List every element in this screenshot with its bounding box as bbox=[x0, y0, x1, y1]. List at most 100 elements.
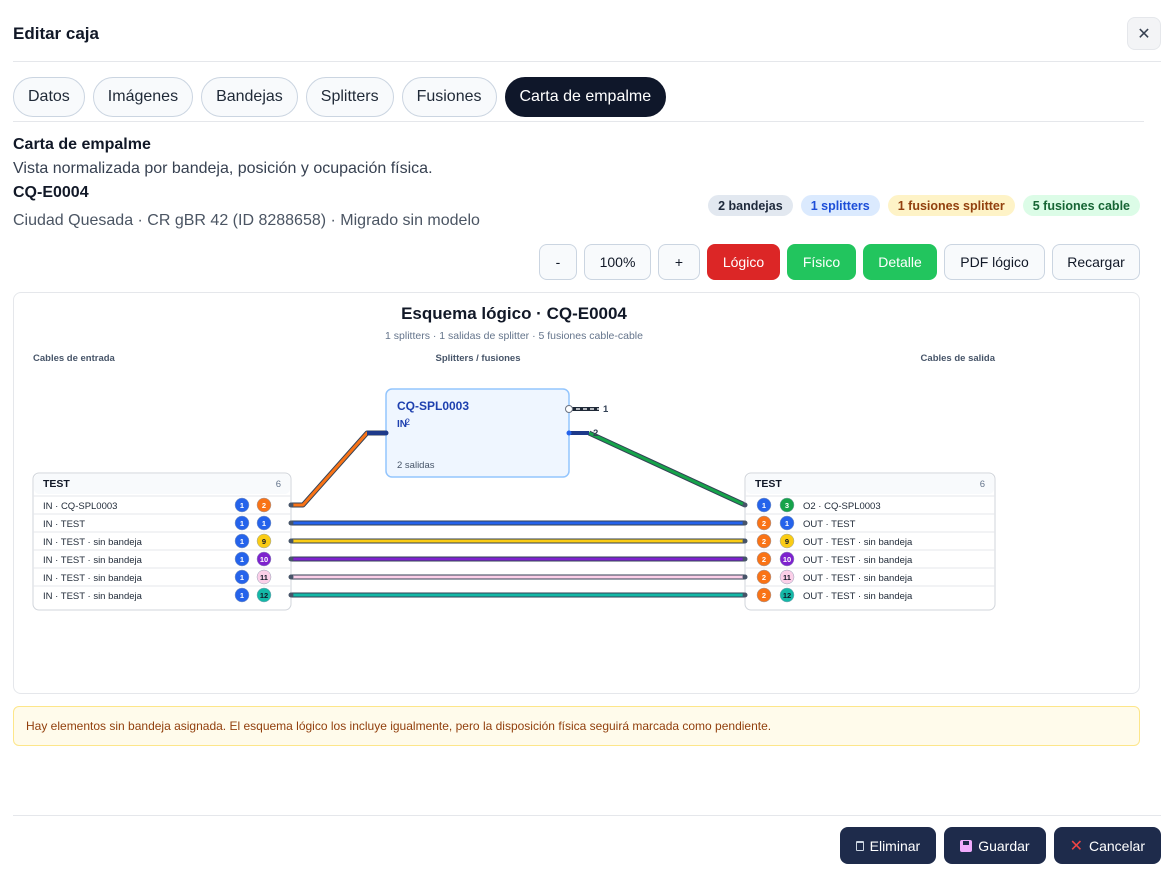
input-fiber-badge-label: 12 bbox=[260, 591, 268, 600]
output-row-label: O2 · CQ-SPL0003 bbox=[803, 501, 881, 512]
output-cable-header-bg bbox=[746, 474, 994, 494]
output-tube-badge-label: 2 bbox=[762, 591, 766, 600]
cancel-x-icon: ✕ bbox=[1069, 837, 1083, 855]
input-tube-badge-label: 1 bbox=[240, 591, 244, 600]
fisico-view-button[interactable]: Físico bbox=[787, 244, 856, 280]
tabs-divider bbox=[13, 121, 1144, 122]
input-cable-count: 6 bbox=[276, 479, 281, 490]
output-cable-count: 6 bbox=[980, 479, 985, 490]
modal-footer: Eliminar Guardar ✕ Cancelar bbox=[839, 827, 1161, 864]
output-tube-badge-label: 2 bbox=[762, 537, 766, 546]
output-tube-badge-label: 2 bbox=[762, 573, 766, 582]
modal-title: Editar caja bbox=[13, 24, 99, 43]
tab-splitters[interactable]: Splitters bbox=[305, 77, 394, 117]
output-row-label: OUT · TEST · sin bandeja bbox=[803, 537, 913, 548]
diagram-summary: 1 splitters · 1 salidas de splitter · 5 … bbox=[385, 330, 643, 342]
splitter-name: CQ-SPL0003 bbox=[397, 399, 469, 413]
splitter-overlap-port: 2 bbox=[405, 417, 410, 427]
output-fiber-badge-label: 3 bbox=[785, 501, 789, 510]
input-cable-header-bg bbox=[34, 474, 290, 494]
fiber-link-outline bbox=[291, 430, 386, 508]
box-location: Ciudad Quesada · CR gBR 42 (ID 8288658) … bbox=[13, 212, 480, 229]
input-port bbox=[288, 502, 294, 508]
input-tube-badge-label: 1 bbox=[240, 501, 244, 510]
output-tube-badge-label: 2 bbox=[762, 519, 766, 528]
diagram-title: Esquema lógico · CQ-E0004 bbox=[401, 304, 627, 323]
box-code: CQ-E0004 bbox=[13, 184, 89, 201]
close-button[interactable]: ✕ bbox=[1127, 17, 1161, 50]
input-tube-badge-label: 1 bbox=[240, 537, 244, 546]
output-cable-block[interactable]: TEST 6 1 3 O2 · CQ-SPL0003 2 1 OUT · TEST 2 9 OU… bbox=[742, 472, 996, 611]
output-port bbox=[742, 574, 748, 580]
column-label-outputs: Cables de salida bbox=[921, 353, 996, 364]
tab-carta-de-empalme[interactable]: Carta de empalme bbox=[504, 77, 667, 117]
splitter-out-1-port bbox=[565, 405, 573, 413]
badge-fusiones-cable: 5 fusiones cable bbox=[1022, 195, 1140, 216]
tab-bandejas[interactable]: Bandejas bbox=[201, 77, 298, 117]
input-row-label: IN · TEST · sin bandeja bbox=[43, 537, 143, 548]
logico-view-button[interactable]: Lógico bbox=[707, 244, 780, 280]
tab-datos[interactable]: Datos bbox=[13, 77, 85, 117]
splitter-out-2-port bbox=[566, 430, 572, 436]
modal-header: Editar caja ✕ bbox=[13, 0, 1161, 62]
save-button-label: Guardar bbox=[978, 837, 1030, 854]
column-label-splitters: Splitters / fusiones bbox=[436, 353, 521, 364]
splitter-in-port bbox=[383, 430, 389, 436]
badge-fusiones-splitter: 1 fusiones splitter bbox=[887, 195, 1015, 216]
input-row-label: IN · TEST bbox=[43, 519, 85, 530]
output-fiber-badge-label: 1 bbox=[785, 519, 789, 528]
footer-divider bbox=[13, 815, 1161, 816]
output-fiber-badge-label: 12 bbox=[783, 591, 791, 600]
splitter-block[interactable]: CQ-SPL0003 IN 2 2 salidas 1 2 bbox=[367, 388, 609, 478]
pdf-logico-button[interactable]: PDF lógico bbox=[944, 244, 1045, 280]
output-row-label: OUT · TEST bbox=[803, 519, 856, 530]
output-port bbox=[742, 520, 748, 526]
input-row-label: IN · CQ-SPL0003 bbox=[43, 501, 117, 512]
input-tube-badge-label: 1 bbox=[240, 573, 244, 582]
output-fiber-badge-label: 9 bbox=[785, 537, 789, 546]
badge-splitters: 1 splitters bbox=[800, 195, 880, 216]
output-port bbox=[742, 502, 748, 508]
input-port bbox=[288, 520, 294, 526]
input-port bbox=[288, 538, 294, 544]
fiber-link bbox=[291, 431, 386, 507]
logical-diagram: Esquema lógico · CQ-E0004 1 splitters · … bbox=[13, 292, 1140, 694]
cancel-button-label: Cancelar bbox=[1088, 837, 1145, 854]
splitter-out-1-label: 1 bbox=[603, 404, 609, 415]
delete-button-label: Eliminar bbox=[869, 837, 921, 854]
input-cable-name: TEST bbox=[43, 478, 70, 490]
save-button[interactable]: Guardar bbox=[944, 827, 1046, 864]
output-row-label: OUT · TEST · sin bandeja bbox=[803, 573, 913, 584]
input-tube-badge-label: 1 bbox=[240, 555, 244, 564]
output-fiber-badge-label: 11 bbox=[783, 573, 791, 582]
input-port bbox=[288, 556, 294, 562]
input-row-label: IN · TEST · sin bandeja bbox=[43, 591, 143, 602]
trash-icon bbox=[855, 840, 864, 851]
input-fiber-badge-label: 9 bbox=[262, 537, 266, 546]
output-fiber-badge-label: 10 bbox=[783, 555, 791, 564]
splitter-out-2-label: 2 bbox=[593, 428, 598, 439]
reload-button[interactable]: Recargar bbox=[1052, 244, 1140, 280]
input-row-label: IN · TEST · sin bandeja bbox=[43, 555, 143, 566]
delete-button[interactable]: Eliminar bbox=[839, 827, 937, 864]
close-icon: ✕ bbox=[1137, 25, 1151, 43]
input-fiber-badge-label: 1 bbox=[262, 519, 266, 528]
zoom-in-button[interactable]: + bbox=[658, 244, 700, 280]
splitter-output-count: 2 salidas bbox=[397, 460, 435, 471]
edit-box-modal: Editar caja ✕ Datos Imágenes Bandejas Sp… bbox=[0, 0, 1176, 877]
zoom-out-button[interactable]: - bbox=[539, 244, 577, 280]
badge-bandejas: 2 bandejas bbox=[708, 195, 793, 216]
summary-badges: 2 bandejas 1 splitters 1 fusiones splitt… bbox=[708, 195, 1140, 216]
column-label-inputs: Cables de entrada bbox=[33, 353, 116, 364]
tab-bar: Datos Imágenes Bandejas Splitters Fusion… bbox=[13, 77, 667, 117]
tab-imagenes[interactable]: Imágenes bbox=[92, 77, 194, 117]
fiber-link bbox=[588, 431, 746, 507]
input-cable-block[interactable]: TEST 6 IN · CQ-SPL0003 1 2IN · TEST 1 1IN · … bbox=[32, 472, 294, 611]
zoom-level-button[interactable]: 100% bbox=[584, 244, 651, 280]
output-row-label: OUT · TEST · sin bandeja bbox=[803, 555, 913, 566]
tab-fusiones[interactable]: Fusiones bbox=[401, 77, 497, 117]
detalle-view-button[interactable]: Detalle bbox=[863, 244, 937, 280]
cancel-button[interactable]: ✕ Cancelar bbox=[1053, 827, 1161, 864]
section-title: Carta de empalme bbox=[13, 136, 151, 153]
input-fiber-badge-label: 11 bbox=[260, 573, 268, 582]
